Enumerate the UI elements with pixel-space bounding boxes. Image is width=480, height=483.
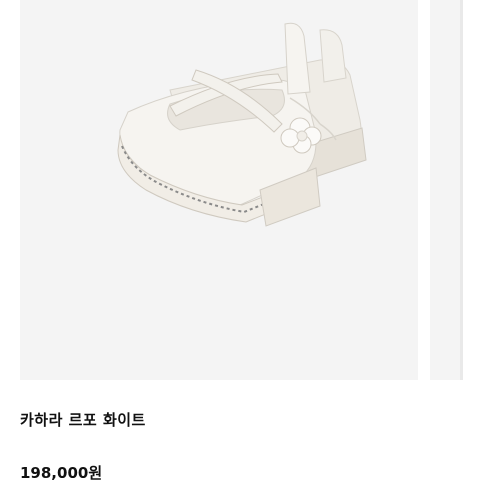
white-mary-jane-shoes-icon bbox=[117, 22, 367, 227]
next-product-image-peek[interactable] bbox=[430, 0, 460, 380]
product-image[interactable] bbox=[20, 0, 418, 380]
product-name[interactable]: 카하라 르포 화이트 bbox=[20, 409, 146, 430]
carousel-edge bbox=[460, 0, 463, 380]
